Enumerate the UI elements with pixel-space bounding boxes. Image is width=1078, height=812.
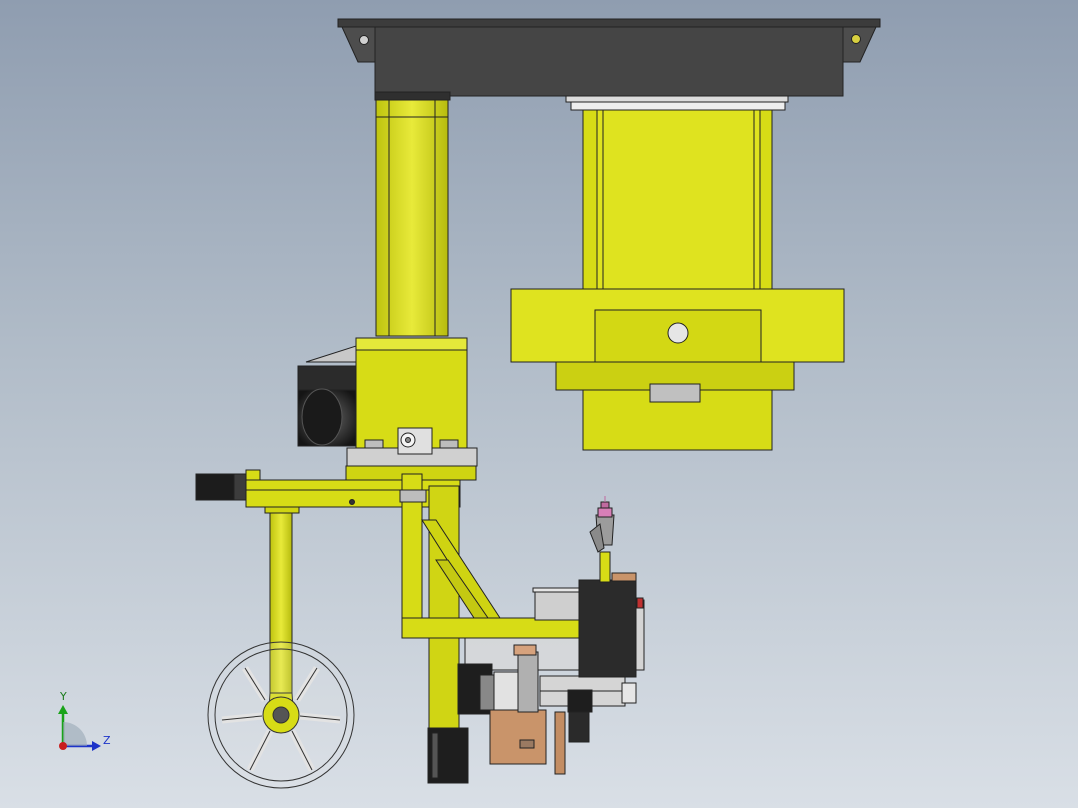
cad-viewport[interactable]: Y Z	[0, 0, 1078, 808]
machine-drawing: Y Z	[58, 18, 881, 789]
z-axis-label: Z	[103, 734, 111, 747]
servo-motor-upper	[297, 345, 357, 447]
top-mounting-beam	[337, 18, 881, 111]
servo-motor-lower	[427, 727, 469, 784]
y-axis-label: Y	[59, 690, 67, 703]
welding-torch	[589, 496, 615, 583]
pneumatic-actuator	[539, 675, 637, 743]
vertical-column	[375, 99, 449, 337]
yellow-gantry-housing	[510, 109, 845, 451]
axis-triad: Y Z	[58, 690, 111, 751]
guide-wheel	[207, 641, 355, 789]
gearbox-block	[346, 337, 478, 467]
control-box	[578, 572, 645, 678]
